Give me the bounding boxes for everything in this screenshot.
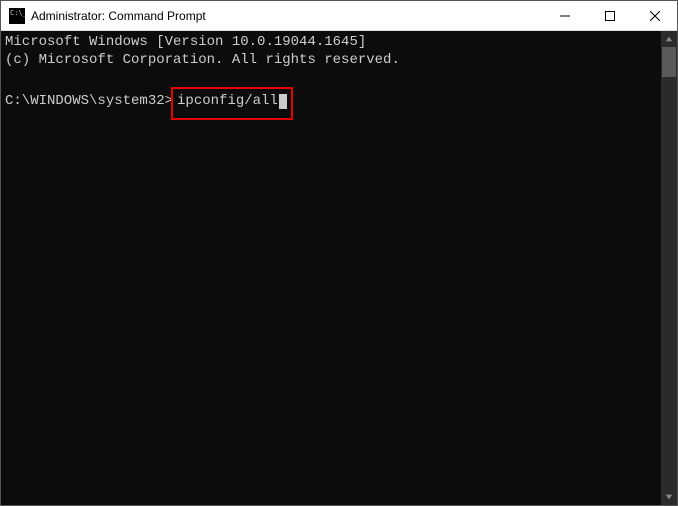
window-title: Administrator: Command Prompt (31, 9, 542, 23)
scrollbar-thumb[interactable] (662, 47, 676, 77)
scroll-down-arrow[interactable] (661, 489, 677, 505)
vertical-scrollbar[interactable] (661, 31, 677, 505)
version-line: Microsoft Windows [Version 10.0.19044.16… (5, 34, 366, 50)
command-highlight: ipconfig/all (171, 87, 293, 120)
content-area: Microsoft Windows [Version 10.0.19044.16… (1, 31, 677, 505)
titlebar[interactable]: Administrator: Command Prompt (1, 1, 677, 31)
minimize-button[interactable] (542, 1, 587, 30)
close-button[interactable] (632, 1, 677, 30)
typed-command: ipconfig/all (177, 93, 278, 109)
prompt-path: C:\WINDOWS\system32> (5, 93, 173, 109)
terminal-output[interactable]: Microsoft Windows [Version 10.0.19044.16… (1, 31, 661, 505)
copyright-line: (c) Microsoft Corporation. All rights re… (5, 52, 400, 68)
cmd-icon (9, 8, 25, 24)
command-prompt-window: Administrator: Command Prompt Microsoft … (0, 0, 678, 506)
cursor (279, 94, 287, 109)
window-controls (542, 1, 677, 30)
scroll-up-arrow[interactable] (661, 31, 677, 47)
maximize-button[interactable] (587, 1, 632, 30)
